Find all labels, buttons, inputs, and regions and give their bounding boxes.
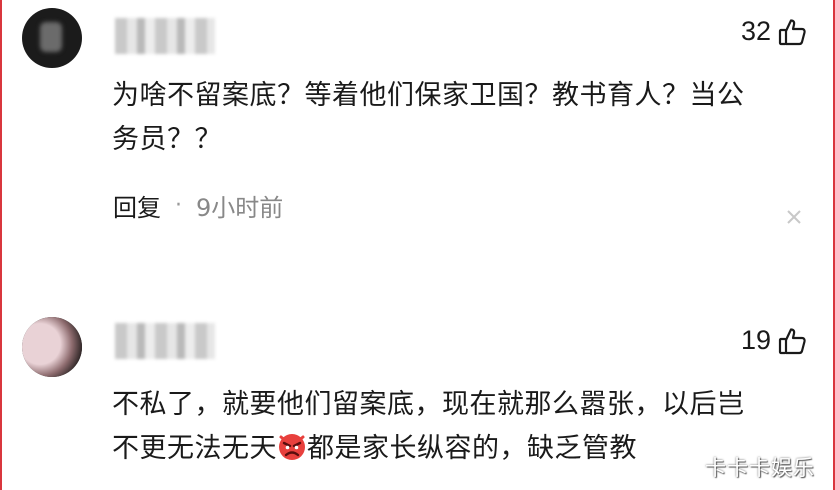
thumbs-up-icon[interactable]: [777, 17, 807, 47]
reply-button[interactable]: 回复: [113, 188, 161, 223]
avatar[interactable]: [22, 317, 82, 377]
username-blurred[interactable]: [115, 323, 215, 359]
close-icon[interactable]: [784, 207, 804, 227]
username-blurred[interactable]: [115, 18, 215, 54]
like-button[interactable]: 19: [741, 325, 807, 356]
like-count: 19: [740, 325, 771, 355]
timestamp: 9小时前: [196, 194, 284, 222]
comment-text: 不私了，就要他们留案底，现在就那么嚣张，以后岂 不更无法无天 都是家长纵容的，缺…: [112, 383, 792, 471]
comment-meta: 回复 · 9小时前: [113, 188, 283, 223]
thumbs-up-icon[interactable]: [777, 326, 807, 356]
comment-item: 32 为啥不留案底？等着他们保家卫国？教书育人？当公 务员？？ 回复 · 9小时…: [0, 0, 835, 280]
comment-text: 为啥不留案底？等着他们保家卫国？教书育人？当公 务员？？: [112, 80, 745, 155]
separator-dot: ·: [175, 193, 182, 218]
watermark: 卡卡卡娱乐: [705, 456, 815, 480]
angry-face-icon: [277, 431, 307, 461]
avatar[interactable]: [22, 8, 82, 68]
like-button[interactable]: 32: [741, 16, 807, 47]
comment-text-part: 都是家长纵容的，缺乏管教: [307, 433, 637, 464]
like-count: 32: [740, 16, 771, 46]
